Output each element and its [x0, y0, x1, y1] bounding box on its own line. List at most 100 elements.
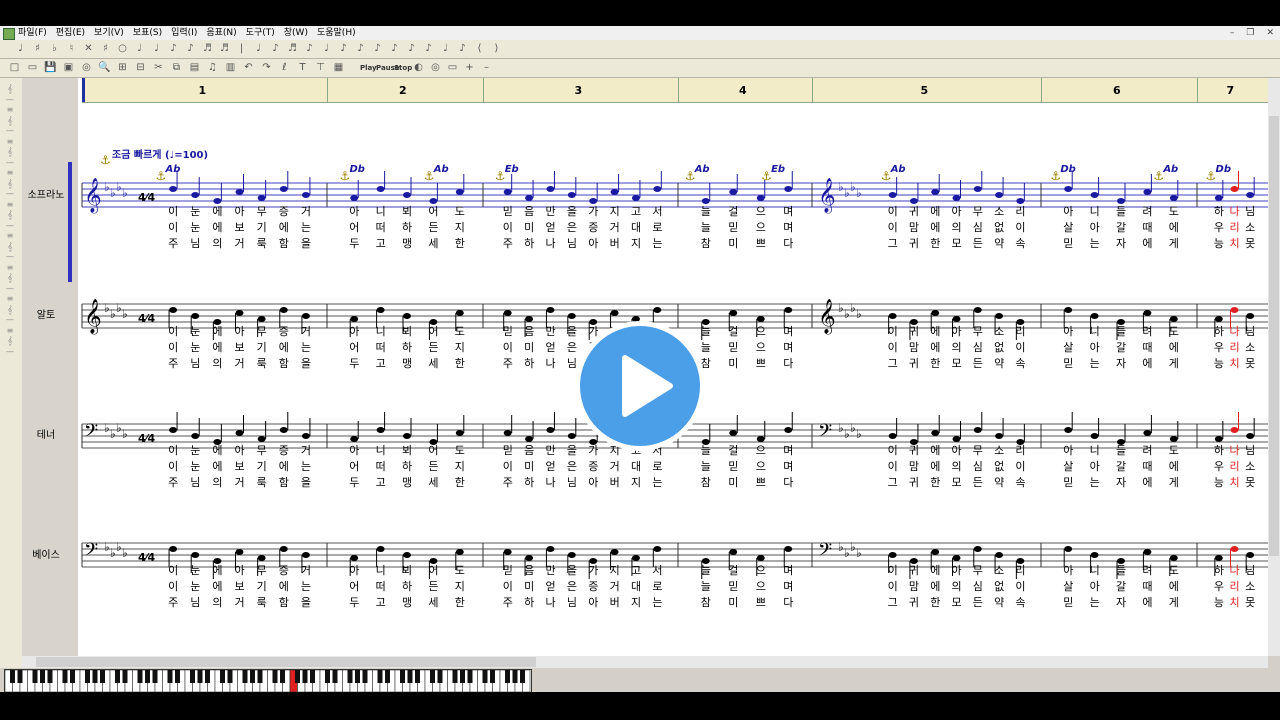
chord-symbol[interactable]: Db: [349, 164, 364, 175]
menu-item-7[interactable]: 창(W): [284, 26, 308, 40]
piano-black-key[interactable]: [415, 670, 420, 683]
palette-tool-icon[interactable]: 𝄞: [4, 179, 16, 189]
note-head[interactable]: [701, 198, 710, 204]
note-head[interactable]: [279, 307, 288, 313]
note-head[interactable]: [301, 313, 310, 319]
toolbar-icon[interactable]: –: [480, 61, 493, 74]
piano-black-key[interactable]: [347, 670, 353, 683]
note-head[interactable]: [403, 433, 411, 439]
note-head[interactable]: [973, 186, 982, 192]
note-head[interactable]: [1064, 307, 1073, 313]
note-head[interactable]: [455, 310, 464, 316]
piano-black-key[interactable]: [175, 670, 180, 683]
note-head[interactable]: [729, 549, 738, 555]
note-head[interactable]: [279, 546, 288, 552]
note-head[interactable]: [169, 546, 178, 552]
note-head[interactable]: [455, 189, 464, 195]
note-tool-icon[interactable]: ♪: [269, 42, 282, 55]
note-head[interactable]: [1169, 555, 1178, 561]
palette-tool-icon[interactable]: —: [4, 347, 16, 357]
note-head[interactable]: [350, 195, 359, 201]
piano-black-key[interactable]: [137, 670, 143, 683]
chord-symbol[interactable]: Ab: [165, 164, 181, 175]
stop-button[interactable]: Stop: [394, 62, 412, 74]
note-head[interactable]: [653, 546, 662, 552]
note-tool-icon[interactable]: ⟨: [473, 42, 486, 55]
chord-symbol[interactable]: Eb: [505, 164, 519, 175]
note-head[interactable]: [952, 436, 961, 442]
note-tool-icon[interactable]: ♯: [31, 42, 44, 55]
piano-black-key[interactable]: [115, 670, 120, 683]
vertical-scrollbar[interactable]: [1268, 78, 1280, 656]
note-head[interactable]: [973, 546, 982, 552]
piano-black-key[interactable]: [167, 670, 173, 683]
menu-item-6[interactable]: 도구(T): [246, 26, 275, 40]
note-head[interactable]: [1246, 192, 1255, 198]
note-head[interactable]: [235, 310, 244, 316]
toolbar-icon[interactable]: ↷: [260, 61, 273, 74]
note-head[interactable]: [350, 555, 359, 561]
toolbar-icon[interactable]: ℓ: [278, 61, 291, 74]
note-head[interactable]: [546, 427, 555, 433]
note-head[interactable]: [589, 198, 598, 204]
note-head[interactable]: [888, 552, 897, 558]
menu-item-4[interactable]: 입력(I): [171, 26, 197, 40]
note-head[interactable]: [376, 546, 385, 552]
note-tool-icon[interactable]: ♪: [167, 42, 180, 55]
palette-tool-icon[interactable]: ≡: [4, 200, 16, 210]
close-icon[interactable]: ✕: [1266, 26, 1274, 40]
note-head[interactable]: [888, 433, 897, 439]
note-tool-icon[interactable]: ♬: [201, 42, 214, 55]
note-head[interactable]: [279, 427, 288, 433]
chord-symbol[interactable]: Db: [1060, 164, 1075, 175]
note-head[interactable]: [888, 192, 897, 198]
note-head[interactable]: [995, 552, 1004, 558]
piano-black-key[interactable]: [220, 670, 225, 683]
piano-black-key[interactable]: [505, 670, 510, 683]
piano-black-key[interactable]: [355, 670, 360, 683]
piano-black-key[interactable]: [400, 670, 405, 683]
toolbar-icon[interactable]: ⊞: [116, 61, 129, 74]
note-head[interactable]: [952, 195, 961, 201]
piano-black-key[interactable]: [460, 670, 465, 683]
piano-black-key[interactable]: [512, 670, 518, 683]
note-head[interactable]: [403, 313, 411, 319]
toolbar-icon[interactable]: 🔍: [98, 61, 111, 74]
note-head[interactable]: [653, 186, 662, 192]
piano-black-key[interactable]: [452, 670, 458, 683]
note-head[interactable]: [525, 555, 534, 561]
piano-black-key[interactable]: [272, 670, 278, 683]
note-head[interactable]: [567, 192, 576, 198]
piano-black-key[interactable]: [295, 670, 300, 683]
toolbar-icon[interactable]: ▭: [26, 61, 39, 74]
piano-black-key[interactable]: [490, 670, 495, 683]
chord-symbol[interactable]: Ab: [694, 164, 710, 175]
note-head[interactable]: [610, 310, 619, 316]
palette-tool-icon[interactable]: —: [4, 252, 16, 262]
note-head[interactable]: [301, 552, 310, 558]
note-head[interactable]: [973, 307, 982, 313]
note-head[interactable]: [1090, 192, 1099, 198]
note-head[interactable]: [191, 433, 200, 439]
note-tool-icon[interactable]: ♬: [286, 42, 299, 55]
note-head[interactable]: [729, 189, 738, 195]
piano-black-key[interactable]: [437, 670, 443, 683]
toolbar-icon[interactable]: ▦: [332, 61, 345, 74]
note-head[interactable]: [235, 430, 244, 436]
palette-tool-icon[interactable]: ≡: [4, 105, 16, 115]
palette-tool-icon[interactable]: —: [4, 315, 16, 325]
note-head[interactable]: [1064, 186, 1073, 192]
note-head[interactable]: [567, 552, 576, 558]
palette-tool-icon[interactable]: —: [4, 158, 16, 168]
piano-black-key[interactable]: [145, 670, 150, 683]
palette-tool-icon[interactable]: 𝄞: [4, 305, 16, 315]
piano-black-key[interactable]: [85, 670, 90, 683]
note-head[interactable]: [784, 307, 793, 313]
palette-tool-icon[interactable]: —: [4, 221, 16, 231]
note-head[interactable]: [257, 195, 266, 201]
palette-tool-icon[interactable]: 𝄞: [4, 147, 16, 157]
note-head[interactable]: [952, 555, 961, 561]
note-head[interactable]: [756, 436, 765, 442]
palette-tool-icon[interactable]: —: [4, 95, 16, 105]
menu-item-3[interactable]: 보표(S): [133, 26, 162, 40]
